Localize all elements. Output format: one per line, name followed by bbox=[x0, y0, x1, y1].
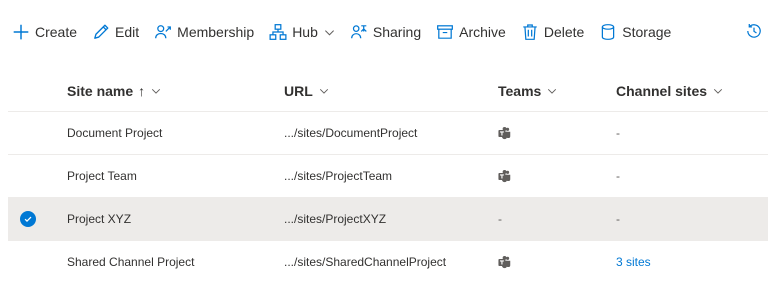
channel-sites-cell: - bbox=[616, 169, 620, 183]
table-row[interactable]: Project XYZ .../sites/ProjectXYZ - - bbox=[8, 197, 768, 240]
people-icon bbox=[154, 23, 172, 41]
pencil-icon bbox=[92, 23, 110, 41]
storage-icon bbox=[599, 23, 617, 41]
url-cell: .../sites/ProjectXYZ bbox=[284, 212, 387, 226]
table-header: Site name ↑ URL Teams Channel sites bbox=[8, 71, 768, 111]
hub-icon bbox=[269, 23, 287, 41]
column-header-channel-sites[interactable]: Channel sites bbox=[616, 71, 723, 111]
url-cell: .../sites/DocumentProject bbox=[284, 126, 418, 140]
teams-header-label: Teams bbox=[498, 83, 542, 99]
teams-cell: - bbox=[498, 212, 502, 226]
site-name-cell[interactable]: Document Project bbox=[67, 112, 162, 154]
row-checkbox-checked[interactable] bbox=[8, 198, 48, 240]
teams-icon bbox=[498, 155, 512, 197]
row-checkbox[interactable] bbox=[8, 112, 48, 154]
column-header-site-name[interactable]: Site name ↑ bbox=[67, 71, 161, 111]
command-bar: Create Edit Membership Hub Sharing Archi… bbox=[0, 12, 768, 52]
archive-icon bbox=[436, 23, 454, 41]
sharing-button[interactable]: Sharing bbox=[350, 16, 421, 48]
chevron-down-icon bbox=[547, 86, 557, 96]
edit-label: Edit bbox=[115, 24, 140, 40]
channel-sites-header-label: Channel sites bbox=[616, 83, 708, 99]
site-name-cell[interactable]: Project Team bbox=[67, 155, 137, 197]
storage-label: Storage bbox=[622, 24, 672, 40]
trash-icon bbox=[521, 23, 539, 41]
table-row[interactable]: Document Project .../sites/DocumentProje… bbox=[8, 111, 768, 154]
archive-label: Archive bbox=[459, 24, 506, 40]
url-header-label: URL bbox=[284, 83, 313, 99]
create-button[interactable]: Create bbox=[12, 16, 77, 48]
plus-icon bbox=[12, 23, 30, 41]
membership-button[interactable]: Membership bbox=[154, 16, 254, 48]
channel-sites-cell: - bbox=[616, 212, 620, 226]
table-row[interactable]: Project Team .../sites/ProjectTeam - bbox=[8, 154, 768, 197]
sharing-label: Sharing bbox=[372, 24, 422, 40]
chevron-down-icon bbox=[319, 86, 329, 96]
site-name-header-label: Site name bbox=[67, 83, 134, 99]
history-button[interactable] bbox=[745, 22, 765, 42]
chevron-down-icon bbox=[713, 86, 723, 96]
row-checkbox[interactable] bbox=[8, 155, 48, 197]
chevron-down-icon bbox=[151, 86, 161, 96]
column-header-url[interactable]: URL bbox=[284, 71, 329, 111]
column-header-teams[interactable]: Teams bbox=[498, 71, 557, 111]
archive-button[interactable]: Archive bbox=[436, 16, 506, 48]
sites-table: Site name ↑ URL Teams Channel sites Docu… bbox=[8, 71, 768, 283]
edit-button[interactable]: Edit bbox=[92, 16, 139, 48]
sort-ascending-icon: ↑ bbox=[138, 83, 146, 99]
check-icon bbox=[20, 211, 36, 227]
delete-label: Delete bbox=[543, 24, 585, 40]
teams-icon bbox=[498, 112, 512, 154]
url-cell: .../sites/ProjectTeam bbox=[284, 169, 393, 183]
history-icon bbox=[745, 24, 763, 44]
sharing-icon bbox=[350, 23, 368, 41]
hub-label: Hub bbox=[292, 24, 318, 40]
site-name-cell[interactable]: Project XYZ bbox=[67, 198, 131, 240]
create-label: Create bbox=[35, 24, 78, 40]
hub-button[interactable]: Hub bbox=[269, 16, 335, 48]
chevron-down-icon bbox=[324, 27, 335, 38]
storage-button[interactable]: Storage bbox=[599, 16, 671, 48]
channel-sites-cell: - bbox=[616, 126, 620, 140]
delete-button[interactable]: Delete bbox=[521, 16, 584, 48]
membership-label: Membership bbox=[177, 24, 255, 40]
